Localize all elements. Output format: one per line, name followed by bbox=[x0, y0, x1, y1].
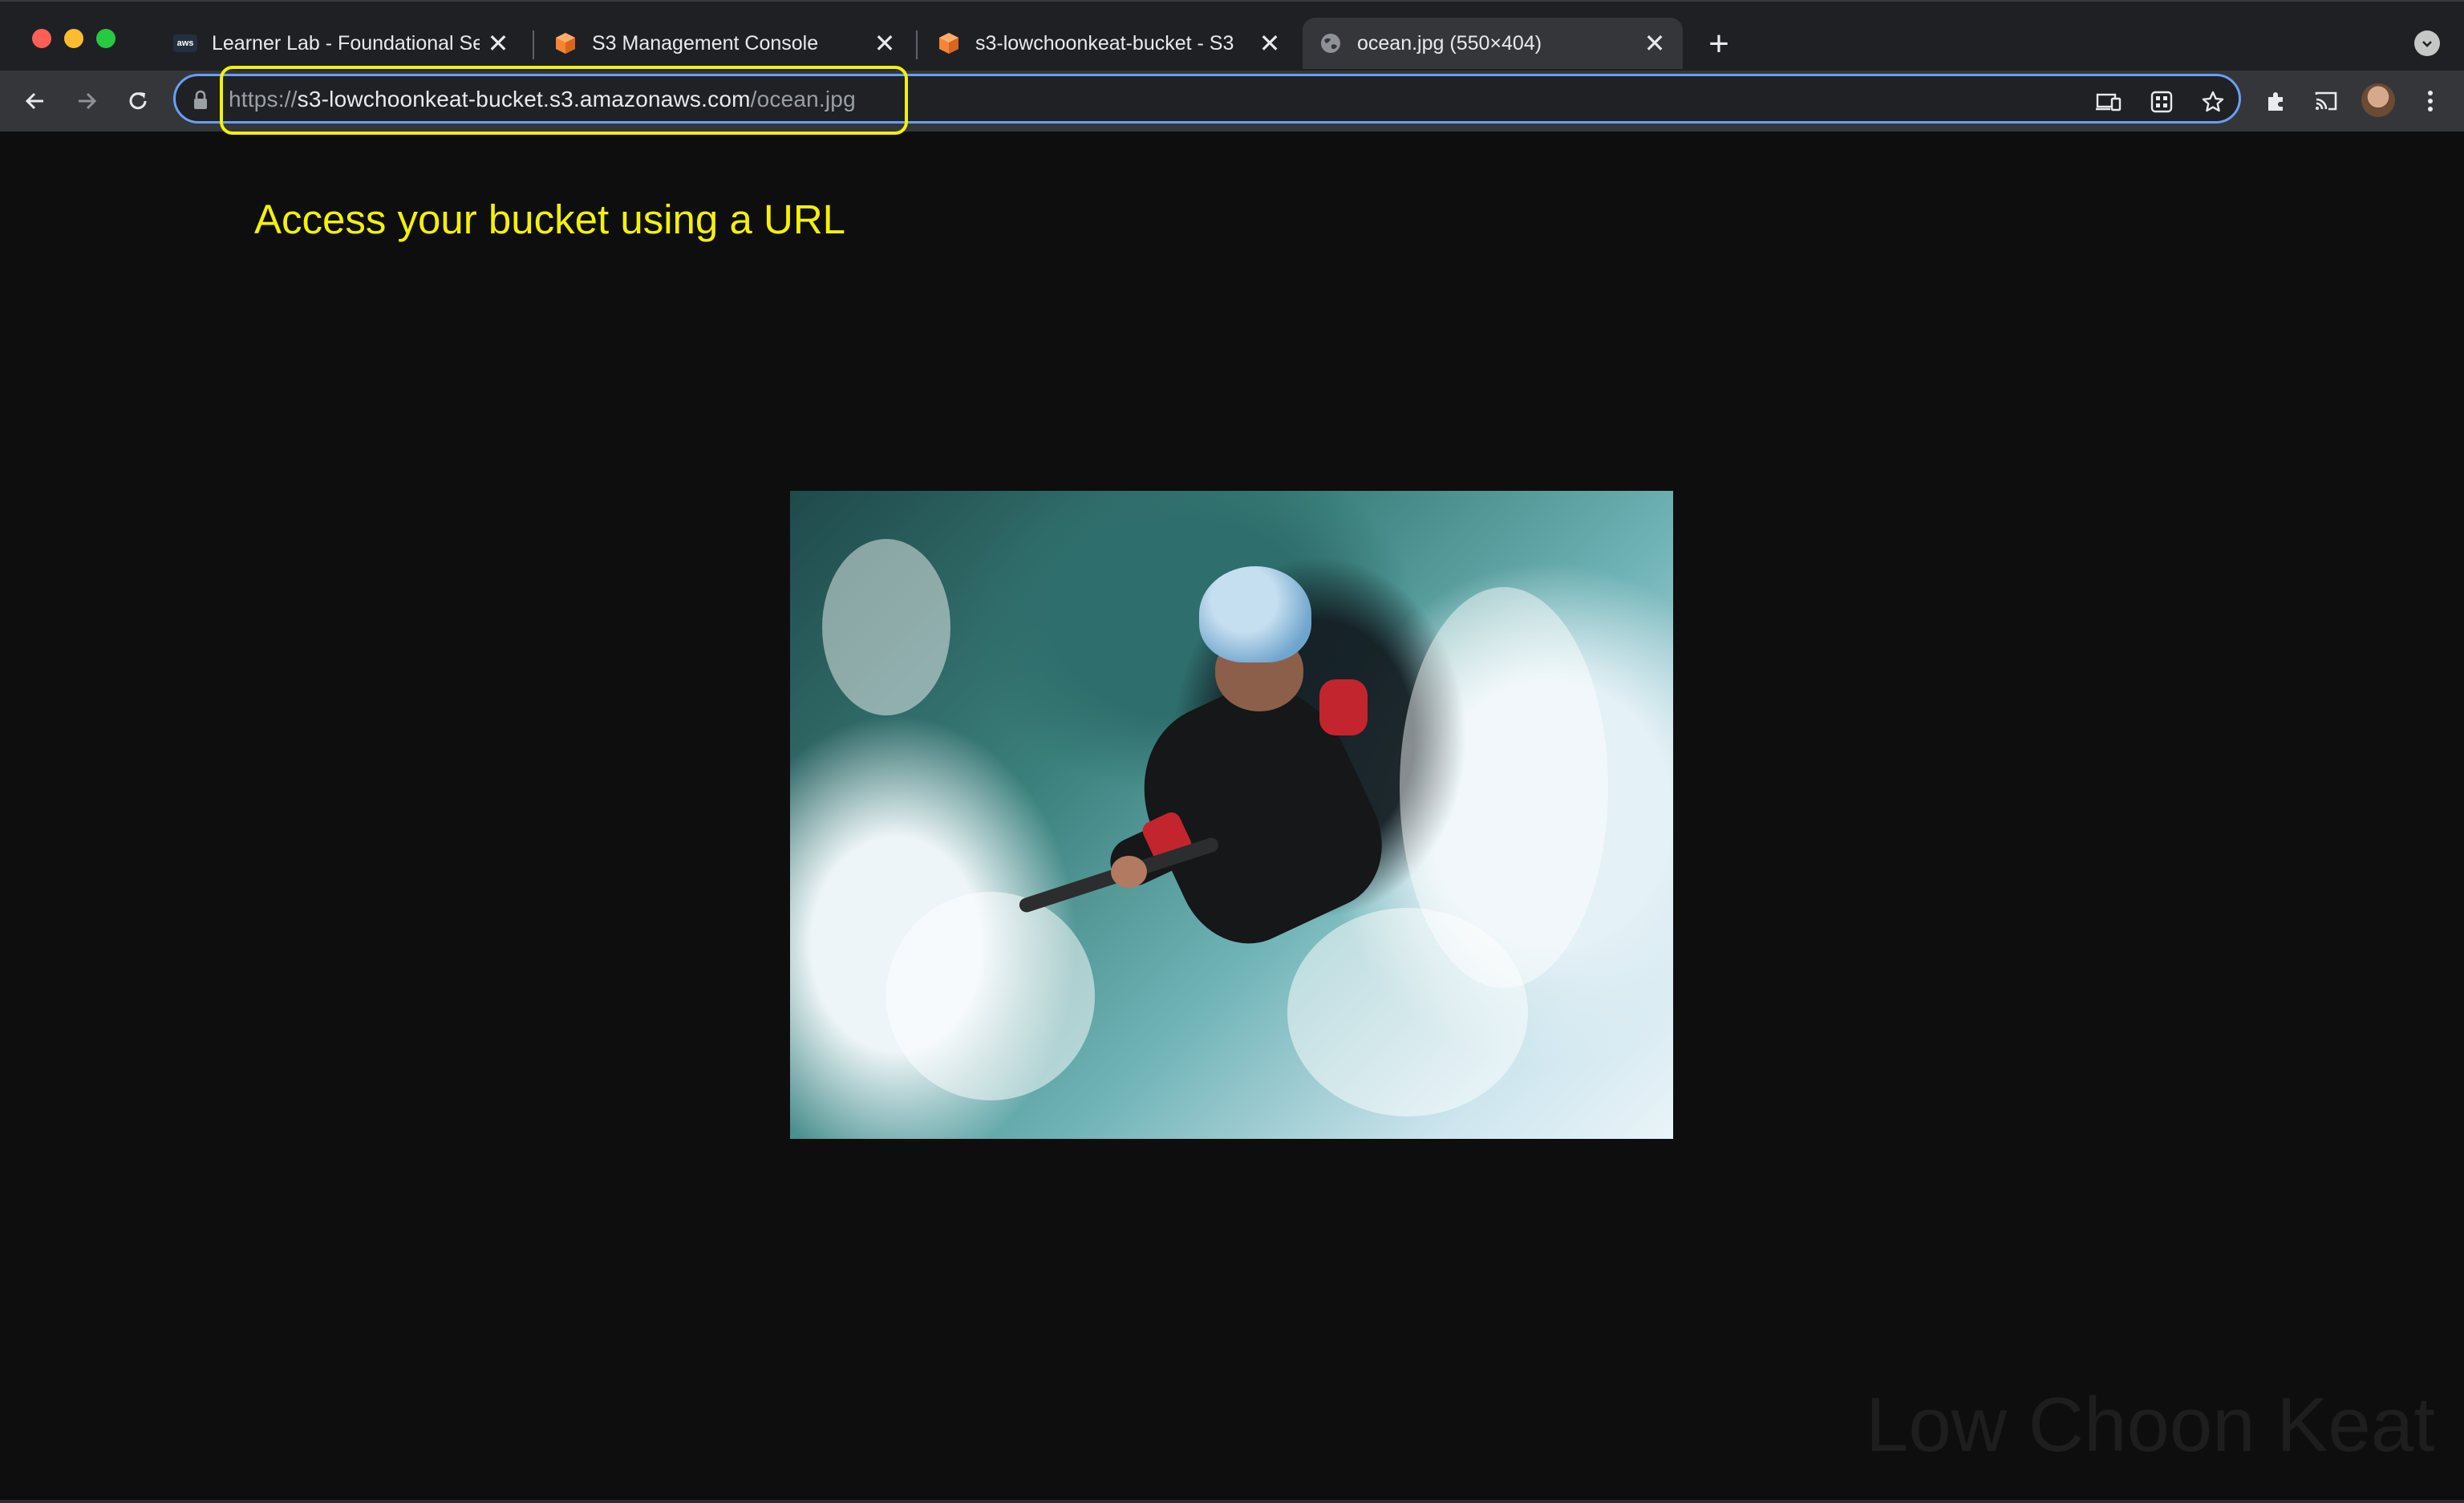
annotation-title: Access your bucket using a URL bbox=[254, 196, 846, 242]
cast-button[interactable] bbox=[2307, 82, 2345, 120]
globe-icon bbox=[1319, 31, 1343, 55]
qr-code-icon bbox=[2150, 91, 2173, 113]
tab-title: s3-lowchoonkeat-bucket - S3 bbox=[975, 31, 1234, 55]
back-button[interactable] bbox=[16, 82, 55, 120]
kayaker-helmet bbox=[1199, 566, 1311, 662]
tab-s3-management-console[interactable]: S3 Management Console ✕ bbox=[537, 18, 913, 69]
reload-button[interactable] bbox=[119, 82, 157, 120]
tab-separator bbox=[533, 30, 534, 59]
window-bottom-border bbox=[0, 1500, 2464, 1503]
browser-window: aws Learner Lab - Foundational Ser ✕ S3 … bbox=[0, 0, 2464, 1503]
kayaker-vest bbox=[1319, 679, 1368, 735]
install-app-icon bbox=[2096, 93, 2122, 111]
tab-close-icon[interactable]: ✕ bbox=[486, 29, 510, 58]
aws-icon: aws bbox=[173, 31, 197, 55]
url-highlight-box bbox=[220, 66, 908, 135]
tab-close-icon[interactable]: ✕ bbox=[1258, 29, 1282, 58]
reload-icon bbox=[129, 92, 147, 110]
install-app-button[interactable] bbox=[2094, 87, 2123, 116]
bookmark-button[interactable] bbox=[2199, 87, 2227, 116]
new-tab-button[interactable]: + bbox=[1700, 24, 1737, 63]
s3-cube-icon bbox=[937, 31, 961, 55]
star-icon bbox=[2202, 91, 2224, 112]
tab-close-icon[interactable]: ✕ bbox=[1643, 29, 1667, 58]
minimize-window-button[interactable] bbox=[64, 29, 83, 48]
kayaker-hand bbox=[1111, 856, 1147, 888]
tab-search-button[interactable] bbox=[2414, 30, 2440, 56]
chevron-down-icon bbox=[2422, 41, 2432, 47]
lock-icon[interactable] bbox=[192, 90, 209, 111]
tab-separator bbox=[916, 30, 918, 59]
extensions-button[interactable] bbox=[2257, 82, 2296, 120]
tab-close-icon[interactable]: ✕ bbox=[873, 29, 897, 58]
menu-button[interactable] bbox=[2411, 82, 2450, 120]
tab-strip: aws Learner Lab - Foundational Ser ✕ S3 … bbox=[0, 0, 2464, 71]
tab-learner-lab[interactable]: aws Learner Lab - Foundational Ser ✕ bbox=[157, 18, 526, 69]
watermark-text: Low Choon Keat bbox=[1866, 1382, 2435, 1468]
tab-title: Learner Lab - Foundational Ser bbox=[212, 31, 480, 55]
s3-cube-icon bbox=[553, 31, 578, 55]
forward-button[interactable] bbox=[67, 82, 106, 120]
kebab-menu-icon bbox=[2428, 91, 2433, 111]
cast-icon bbox=[2315, 91, 2337, 111]
puzzle-icon bbox=[2268, 92, 2283, 111]
close-window-button[interactable] bbox=[32, 29, 51, 48]
ocean-image bbox=[790, 491, 1673, 1139]
profile-avatar[interactable] bbox=[2361, 83, 2395, 117]
tab-title: ocean.jpg (550×404) bbox=[1357, 31, 1542, 55]
tab-s3-bucket[interactable]: s3-lowchoonkeat-bucket - S3 ✕ bbox=[921, 18, 1298, 69]
tab-title: S3 Management Console bbox=[592, 31, 819, 55]
tab-ocean-jpg[interactable]: ocean.jpg (550×404) ✕ bbox=[1303, 18, 1683, 69]
forward-arrow-icon bbox=[79, 92, 97, 110]
maximize-window-button[interactable] bbox=[96, 29, 116, 48]
qr-code-button[interactable] bbox=[2147, 87, 2176, 116]
back-arrow-icon bbox=[25, 92, 43, 110]
